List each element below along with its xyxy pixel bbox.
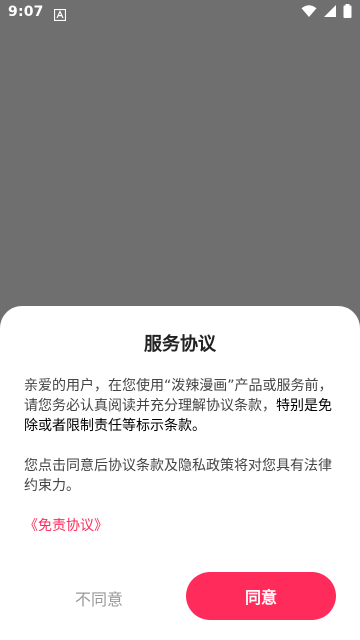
signal-icon	[323, 3, 337, 22]
wifi-icon	[301, 3, 317, 22]
dialog-title: 服务协议	[144, 334, 216, 355]
disclaimer-link[interactable]: 《免责协议》	[24, 516, 108, 536]
status-time: 9:07	[8, 4, 44, 20]
a-notification-icon	[53, 6, 66, 22]
battery-icon	[343, 3, 352, 22]
agreement-dialog: 服务协议 亲爱的用户，在您使用“泼辣漫画”产品或服务前，请您务必认真阅读并充分理…	[0, 306, 360, 640]
agree-button[interactable]: 同意	[186, 572, 336, 620]
status-right	[301, 3, 352, 22]
status-bar: 9:07	[0, 0, 360, 24]
status-left: 9:07	[8, 4, 66, 22]
agreement-paragraph-1: 亲爱的用户，在您使用“泼辣漫画”产品或服务前，请您务必认真阅读并充分理解协议条款…	[24, 376, 338, 436]
dialog-body: 亲爱的用户，在您使用“泼辣漫画”产品或服务前，请您务必认真阅读并充分理解协议条款…	[24, 376, 338, 536]
agreement-paragraph-2: 您点击同意后协议条款及隐私政策将对您具有法律约束力。	[24, 458, 332, 494]
disagree-button[interactable]: 不同意	[40, 576, 158, 620]
